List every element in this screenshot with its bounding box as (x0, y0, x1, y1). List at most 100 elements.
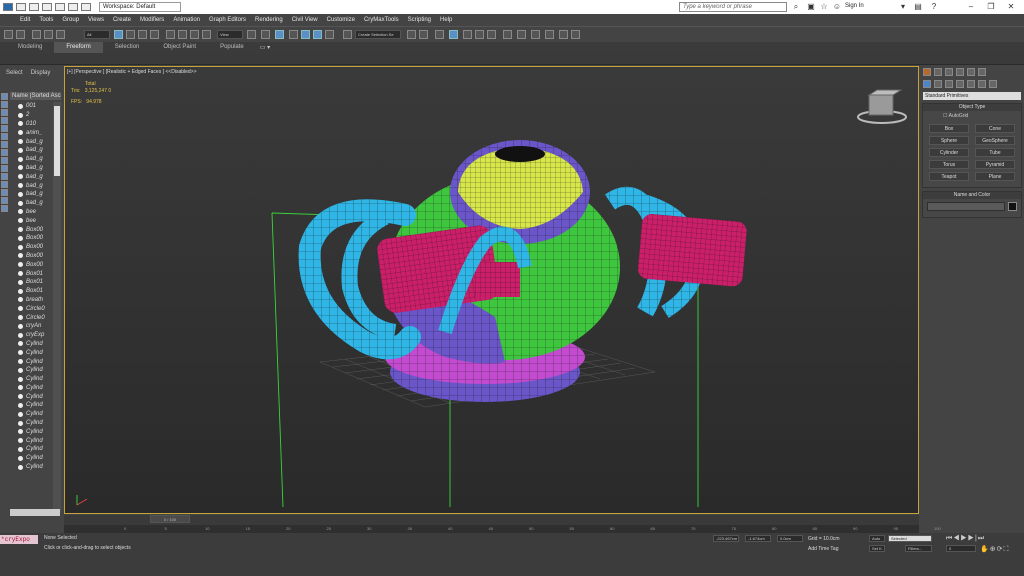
hierarchy-tab-icon[interactable] (945, 68, 953, 76)
save-icon[interactable] (42, 3, 52, 11)
list-item[interactable]: bad_g (10, 164, 54, 173)
visibility-eye-icon[interactable] (18, 394, 23, 400)
display-none-icon[interactable] (1, 197, 8, 204)
minimize-icon[interactable]: – (965, 2, 977, 12)
tab-populate[interactable]: Populate (208, 42, 256, 53)
display-frozen-icon[interactable] (1, 173, 8, 180)
maximize-icon[interactable]: ❐ (985, 2, 997, 12)
angle-snap-icon[interactable] (301, 30, 310, 39)
scrollbar-thumb[interactable] (54, 106, 60, 176)
display-all-icon[interactable] (1, 189, 8, 196)
display-hidden-icon[interactable] (1, 181, 8, 188)
visibility-eye-icon[interactable] (18, 253, 23, 259)
sphere-button[interactable]: Sphere (929, 136, 969, 145)
chevron-down-icon[interactable]: ▾ (897, 2, 909, 12)
viewcube-icon[interactable] (857, 89, 907, 124)
snaps-toggle-icon[interactable] (289, 30, 298, 39)
visibility-eye-icon[interactable] (18, 297, 23, 303)
visibility-eye-icon[interactable] (18, 464, 23, 470)
a360-gallery-icon[interactable] (571, 30, 580, 39)
ribbon-toggle-icon[interactable] (463, 30, 472, 39)
material-editor-icon[interactable] (503, 30, 512, 39)
list-item[interactable]: Box00 (10, 234, 54, 243)
visibility-eye-icon[interactable] (18, 244, 23, 250)
select-by-name-icon[interactable] (126, 30, 135, 39)
menu-help[interactable]: Help (440, 17, 452, 23)
curve-editor-icon[interactable] (475, 30, 484, 39)
key-mode-dropdown[interactable]: Selected (888, 535, 932, 542)
list-item[interactable]: bee (10, 208, 54, 217)
app-logo-icon[interactable] (3, 3, 13, 11)
rect-selection-icon[interactable] (138, 30, 147, 39)
key-filters-button[interactable]: Filters... (905, 545, 932, 552)
list-item[interactable]: cryExp (10, 331, 54, 340)
visibility-eye-icon[interactable] (18, 147, 23, 153)
geometry-icon[interactable] (923, 80, 931, 88)
menu-customize[interactable]: Customize (327, 17, 355, 23)
tab-freeform[interactable]: Freeform (54, 42, 103, 53)
set-key-button[interactable]: Set K. (869, 545, 885, 552)
unlink-icon[interactable] (44, 30, 53, 39)
menu-tools[interactable]: Tools (39, 17, 53, 23)
user-icon[interactable]: ☺ (831, 2, 843, 12)
visibility-eye-icon[interactable] (18, 209, 23, 215)
menu-crymaxtools[interactable]: CryMaxTools (364, 17, 399, 23)
pivot-center-icon[interactable] (247, 30, 256, 39)
list-item[interactable]: Box00 (10, 243, 54, 252)
visibility-eye-icon[interactable] (18, 235, 23, 241)
display-spacewarps-icon[interactable] (1, 133, 8, 140)
maxscript-listener[interactable]: *cryExpo (0, 535, 38, 544)
spacewarps-icon[interactable] (978, 80, 986, 88)
spinner-snap-icon[interactable] (325, 30, 334, 39)
time-slider[interactable]: 0 / 100 (150, 515, 190, 523)
visibility-eye-icon[interactable] (18, 191, 23, 197)
name-color-title[interactable]: Name and Color (923, 192, 1021, 199)
visibility-eye-icon[interactable] (18, 165, 23, 171)
list-item[interactable]: Cylind (10, 401, 54, 410)
visibility-eye-icon[interactable] (18, 279, 23, 285)
named-selection-dropdown[interactable]: Create Selection Se (355, 30, 401, 39)
list-item[interactable]: Box00 (10, 225, 54, 234)
scale-icon[interactable] (190, 30, 199, 39)
visibility-eye-icon[interactable] (18, 103, 23, 109)
list-item[interactable]: breath (10, 296, 54, 305)
visibility-eye-icon[interactable] (18, 350, 23, 356)
visibility-eye-icon[interactable] (18, 139, 23, 145)
visibility-eye-icon[interactable] (18, 376, 23, 382)
help-icon[interactable]: ? (928, 2, 940, 12)
menu-rendering[interactable]: Rendering (255, 17, 283, 23)
scene-explorer-icon[interactable] (449, 30, 458, 39)
visibility-eye-icon[interactable] (18, 288, 23, 294)
modify-tab-icon[interactable] (934, 68, 942, 76)
list-item[interactable]: Cylind (10, 463, 54, 472)
list-item[interactable]: Cylind (10, 366, 54, 375)
manipulate-icon[interactable] (261, 30, 270, 39)
visibility-eye-icon[interactable] (18, 271, 23, 277)
cylinder-button[interactable]: Cylinder (929, 148, 969, 157)
utilities-tab-icon[interactable] (978, 68, 986, 76)
binoculars-icon[interactable]: ⌕ (790, 2, 802, 12)
window-crossing-icon[interactable] (150, 30, 159, 39)
shapes-icon[interactable] (934, 80, 942, 88)
ribbon-options-icon[interactable]: ▭ ▾ (260, 44, 270, 51)
object-type-title[interactable]: Object Type (923, 104, 1021, 111)
align-icon[interactable] (419, 30, 428, 39)
list-item[interactable]: Cylind (10, 384, 54, 393)
primitive-category-dropdown[interactable]: Standard Primitives (923, 92, 1021, 100)
render-cloud-icon[interactable] (559, 30, 568, 39)
torus-button[interactable]: Torus (929, 160, 969, 169)
explorer-select-menu[interactable]: Select (6, 70, 23, 76)
visibility-eye-icon[interactable] (18, 227, 23, 233)
visibility-eye-icon[interactable] (18, 174, 23, 180)
list-item[interactable]: Cylind (10, 348, 54, 357)
list-item[interactable]: bad_g (10, 137, 54, 146)
list-item[interactable]: Cylind (10, 392, 54, 401)
rendered-frame-icon[interactable] (531, 30, 540, 39)
teapot-button[interactable]: Teapot (929, 172, 969, 181)
visibility-eye-icon[interactable] (18, 385, 23, 391)
list-item[interactable]: Cylind (10, 436, 54, 445)
list-item[interactable]: Box00 (10, 252, 54, 261)
move-icon[interactable] (166, 30, 175, 39)
systems-icon[interactable] (989, 80, 997, 88)
visibility-eye-icon[interactable] (18, 429, 23, 435)
